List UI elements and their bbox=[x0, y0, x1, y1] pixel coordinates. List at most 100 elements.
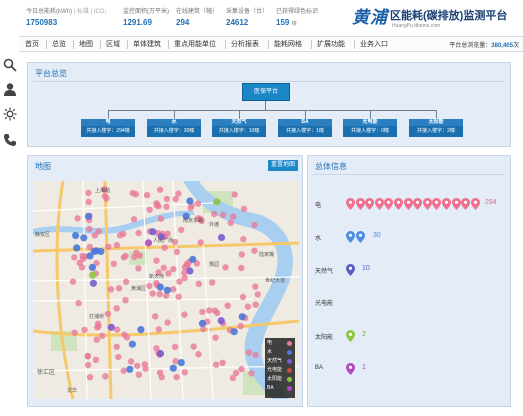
map-marker[interactable] bbox=[156, 186, 164, 193]
map-marker[interactable] bbox=[137, 326, 145, 334]
map-marker[interactable] bbox=[220, 211, 227, 219]
map-marker[interactable] bbox=[156, 349, 165, 358]
map-marker[interactable] bbox=[244, 303, 252, 310]
map-marker[interactable] bbox=[104, 310, 112, 318]
map-marker[interactable] bbox=[164, 319, 171, 326]
map-marker[interactable] bbox=[79, 252, 86, 259]
map-marker[interactable] bbox=[110, 260, 118, 267]
map-marker[interactable] bbox=[135, 371, 143, 378]
map-marker[interactable] bbox=[222, 264, 229, 271]
map-marker[interactable] bbox=[211, 210, 218, 218]
map-marker[interactable] bbox=[115, 353, 122, 361]
map-marker[interactable] bbox=[194, 200, 202, 207]
map-marker[interactable] bbox=[251, 247, 258, 254]
map-marker[interactable] bbox=[86, 374, 94, 381]
map-marker[interactable] bbox=[89, 279, 97, 287]
map-marker[interactable] bbox=[252, 351, 259, 359]
map-marker[interactable] bbox=[146, 206, 153, 213]
map-marker[interactable] bbox=[206, 307, 213, 314]
map-marker[interactable] bbox=[94, 320, 102, 327]
map-marker[interactable] bbox=[240, 205, 248, 213]
map-marker[interactable] bbox=[69, 278, 77, 285]
user-icon[interactable] bbox=[3, 82, 17, 96]
legend-item-solar[interactable]: 太阳能 bbox=[267, 375, 294, 384]
map-marker[interactable] bbox=[113, 305, 120, 312]
map-marker[interactable] bbox=[135, 265, 142, 272]
map-marker[interactable] bbox=[90, 247, 98, 255]
map-marker[interactable] bbox=[89, 271, 97, 279]
map-marker[interactable] bbox=[74, 215, 81, 222]
map-marker[interactable] bbox=[186, 197, 194, 205]
nav-extensions[interactable]: 扩展功能 bbox=[317, 39, 345, 49]
map-marker[interactable] bbox=[152, 313, 159, 320]
map-marker[interactable] bbox=[122, 252, 129, 260]
map-marker[interactable] bbox=[187, 204, 194, 212]
map-marker[interactable] bbox=[240, 236, 247, 243]
map-marker[interactable] bbox=[163, 203, 170, 210]
map-marker[interactable] bbox=[190, 343, 197, 350]
map-marker[interactable] bbox=[95, 228, 102, 235]
brand-logo[interactable]: 黄浦 区能耗(碳排放)监测平台 HuangPu.ttbems.com bbox=[352, 3, 520, 33]
map-marker[interactable] bbox=[197, 239, 204, 246]
map-marker[interactable] bbox=[252, 301, 259, 308]
map-marker[interactable] bbox=[156, 283, 164, 291]
map-marker[interactable] bbox=[189, 255, 197, 263]
map-marker[interactable] bbox=[99, 332, 106, 339]
map-marker[interactable] bbox=[186, 267, 194, 275]
map-marker[interactable] bbox=[178, 226, 185, 234]
legend-item-pv[interactable]: 光电能 bbox=[267, 366, 294, 375]
map-marker[interactable] bbox=[181, 311, 188, 318]
map-marker[interactable] bbox=[213, 361, 220, 368]
map-marker[interactable] bbox=[229, 374, 237, 382]
map-marker[interactable] bbox=[85, 198, 92, 206]
map-marker[interactable] bbox=[219, 359, 226, 366]
map-marker[interactable] bbox=[97, 247, 105, 256]
map-marker[interactable] bbox=[102, 373, 109, 380]
search-icon[interactable] bbox=[3, 58, 17, 72]
map-marker[interactable] bbox=[114, 326, 121, 333]
map-marker[interactable] bbox=[230, 328, 238, 336]
map-marker[interactable] bbox=[199, 308, 206, 316]
map-marker[interactable] bbox=[212, 334, 219, 341]
map-marker[interactable] bbox=[251, 221, 258, 229]
map-marker[interactable] bbox=[238, 264, 245, 272]
map-marker[interactable] bbox=[198, 319, 207, 327]
map-marker[interactable] bbox=[121, 331, 128, 338]
map-marker[interactable] bbox=[84, 212, 93, 220]
map-marker[interactable] bbox=[115, 285, 123, 292]
map-marker[interactable] bbox=[149, 228, 157, 236]
map-marker[interactable] bbox=[122, 278, 130, 285]
nav-key-units[interactable]: 重点用能单位 bbox=[174, 39, 216, 49]
map-marker[interactable] bbox=[85, 189, 92, 197]
map-marker[interactable] bbox=[173, 373, 180, 381]
map-marker[interactable] bbox=[113, 242, 121, 249]
map-marker[interactable] bbox=[157, 215, 165, 222]
map-marker[interactable] bbox=[175, 293, 182, 300]
nav-single-building[interactable]: 单体建筑 bbox=[133, 39, 161, 49]
map-marker[interactable] bbox=[171, 343, 179, 350]
phone-icon[interactable] bbox=[3, 133, 17, 147]
overview-node-water[interactable]: 水共接入楼宇：30幢 bbox=[147, 119, 201, 137]
map-marker[interactable] bbox=[161, 244, 168, 251]
map-marker[interactable] bbox=[134, 362, 141, 369]
sun-icon[interactable] bbox=[3, 107, 17, 121]
map-marker[interactable] bbox=[172, 195, 179, 203]
reset-map-button[interactable]: 重置地图 bbox=[268, 160, 298, 171]
map-marker[interactable] bbox=[169, 364, 177, 372]
map-marker[interactable] bbox=[211, 307, 219, 314]
map-marker[interactable] bbox=[71, 329, 78, 336]
overview-node-ba[interactable]: BA 共接入楼宇：1幢 bbox=[278, 119, 332, 137]
map-marker[interactable] bbox=[224, 302, 231, 309]
map-marker[interactable] bbox=[92, 356, 100, 363]
nav-business-entry[interactable]: 业务入口 bbox=[360, 39, 388, 49]
map-marker[interactable] bbox=[75, 299, 82, 307]
legend-item-water[interactable]: 水 bbox=[267, 348, 294, 357]
overview-node-gas[interactable]: 天然气 共接入楼宇：10幢 bbox=[212, 119, 266, 137]
map-marker[interactable] bbox=[105, 243, 112, 250]
map-marker[interactable] bbox=[165, 270, 172, 277]
map-marker[interactable] bbox=[127, 358, 135, 365]
map-marker[interactable] bbox=[73, 244, 81, 252]
map-marker[interactable] bbox=[84, 361, 92, 369]
map-marker[interactable] bbox=[120, 367, 127, 374]
map-marker[interactable] bbox=[149, 290, 156, 297]
